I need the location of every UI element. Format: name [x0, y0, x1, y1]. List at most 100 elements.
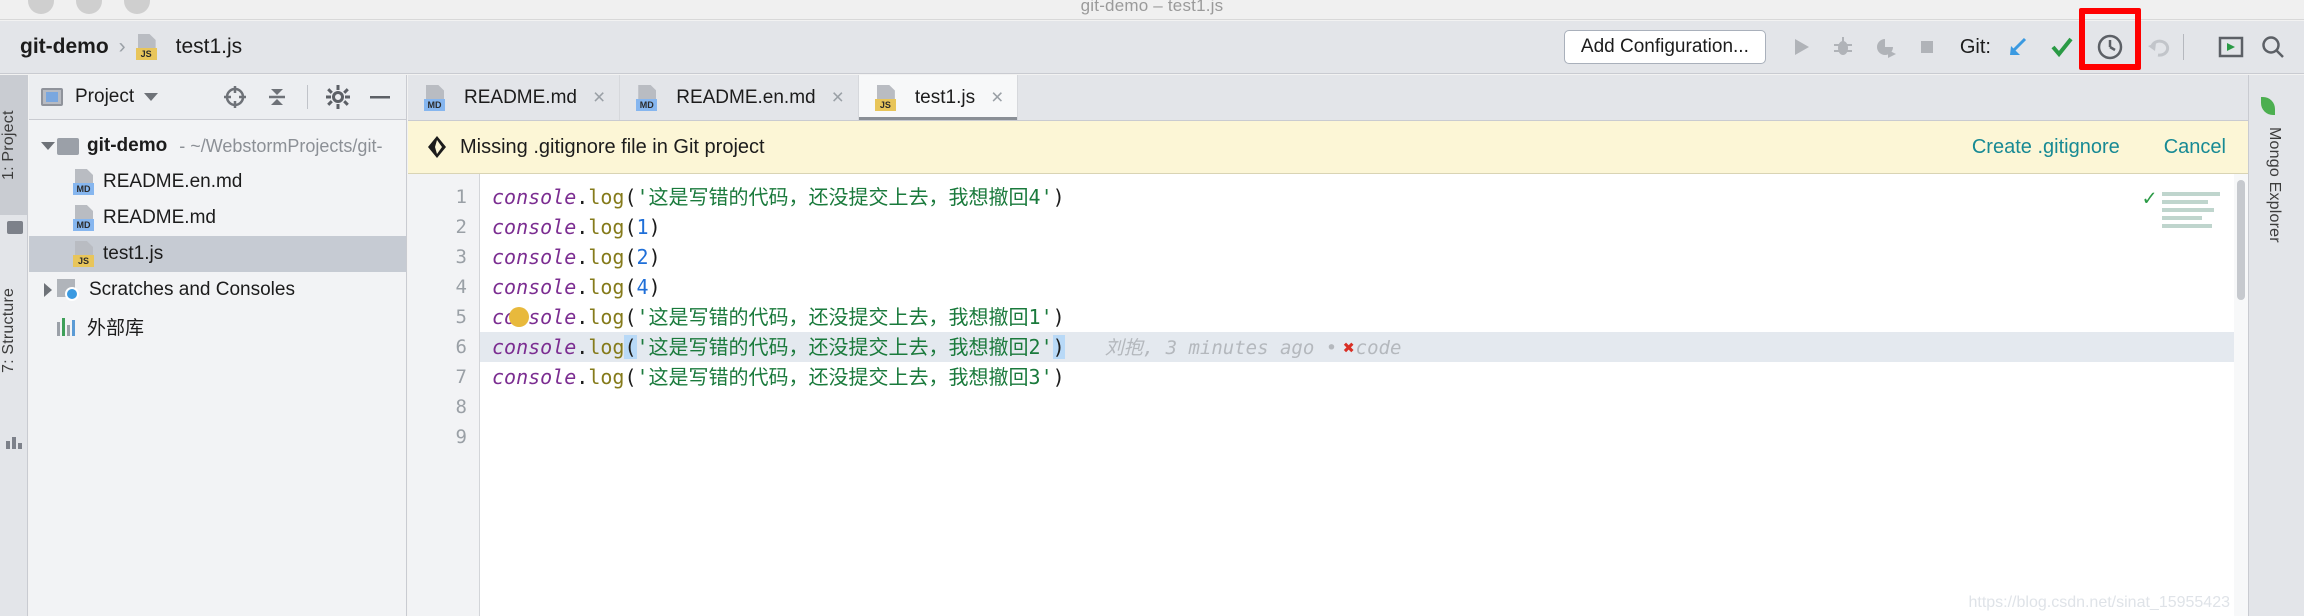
run-toolbar-icons — [1788, 34, 1940, 60]
editor-minimap[interactable] — [2162, 192, 2224, 232]
tab-readme-en-md[interactable]: MD README.en.md × — [620, 75, 859, 120]
code-dot: . — [576, 185, 589, 209]
cancel-link[interactable]: Cancel — [2164, 136, 2226, 159]
code-function: log — [588, 275, 625, 299]
code-content[interactable]: console.log('这是写错的代码，还没提交上去，我想撤回4') cons… — [480, 174, 2248, 616]
code-line[interactable]: console.log('这是写错的代码，还没提交上去，我想撤回3') — [480, 362, 2248, 392]
code-dot: . — [576, 335, 589, 359]
tree-item-test1-js[interactable]: JS test1.js — [29, 236, 406, 272]
code-paren-open: ( — [624, 185, 637, 209]
hide-panel-icon[interactable] — [368, 85, 392, 109]
code-line-current[interactable]: console.log('这是写错的代码，还没提交上去，我想撤回2') 刘抱, 3… — [480, 332, 2248, 362]
tree-item-git-demo[interactable]: git-demo - ~/WebstormProjects/git- — [29, 128, 406, 164]
code-object: console — [492, 245, 577, 269]
code-paren-close: ) — [648, 215, 661, 239]
code-line[interactable]: console.log('这是写错的代码，还没提交上去，我想撤回4') — [480, 182, 2248, 212]
close-icon[interactable]: × — [593, 86, 605, 110]
sidebar-tab-mongo-explorer[interactable]: Mongo Explorer — [2265, 127, 2283, 243]
tab-test1-js[interactable]: JS test1.js × — [858, 75, 1019, 120]
left-tool-strip: 1: Project 7: Structure — [0, 75, 28, 616]
stop-icon[interactable] — [1914, 34, 1940, 60]
settings-gear-icon[interactable] — [326, 85, 350, 109]
code-line[interactable]: console.log(1) — [480, 212, 2248, 242]
main-toolbar: git-demo › JS test1.js Add Configuration… — [0, 8, 2304, 74]
blame-time: 3 minutes ago — [1165, 337, 1315, 359]
line-number: 8 — [455, 396, 467, 418]
breadcrumb-project[interactable]: git-demo — [20, 35, 109, 59]
js-file-icon: JS — [73, 241, 95, 267]
code-paren-open: ( — [624, 335, 637, 359]
code-line[interactable] — [480, 392, 2248, 422]
code-object: console — [492, 215, 577, 239]
update-project-icon[interactable] — [2005, 34, 2031, 60]
create-gitignore-link[interactable]: Create .gitignore — [1972, 136, 2120, 159]
tree-item-label: git-demo — [87, 135, 168, 156]
favorites-strip-icon[interactable] — [6, 435, 22, 449]
code-function: log — [588, 305, 625, 329]
git-history-button[interactable] — [2079, 8, 2141, 70]
idea-diamond-icon — [426, 134, 448, 160]
line-number: 5 — [455, 306, 467, 328]
search-everywhere-icon[interactable] — [2260, 34, 2286, 60]
code-function: log — [588, 215, 625, 239]
chevron-down-icon[interactable] — [144, 93, 159, 101]
code-line[interactable]: console.log('这是写错的代码，还没提交上去，我想撤回1') — [480, 302, 2248, 332]
editor-scrollbar[interactable] — [2234, 174, 2248, 616]
code-dot: . — [576, 275, 589, 299]
run-icon[interactable] — [1788, 34, 1814, 60]
tree-item-label: test1.js — [103, 243, 164, 264]
breadcrumb-file[interactable]: test1.js — [176, 35, 243, 59]
code-argument: '这是写错的代码，还没提交上去，我想撤回3' — [636, 365, 1053, 389]
code-editor[interactable]: 1 2 3 4 5 6 7 8 9 console.log('这是写错的代码，还… — [408, 174, 2248, 616]
code-line[interactable] — [480, 422, 2248, 452]
code-argument: '这是写错的代码，还没提交上去，我想撤回2' — [636, 335, 1053, 359]
code-argument: 2 — [636, 245, 649, 269]
code-paren-close: ) — [1052, 335, 1065, 359]
tree-item-readme-en-md[interactable]: MD README.en.md — [29, 164, 406, 200]
inspection-ok-icon[interactable]: ✓ — [2143, 186, 2156, 211]
commit-icon[interactable] — [2049, 34, 2075, 60]
js-file-icon: JS — [135, 34, 158, 60]
project-panel-header: Project — [29, 75, 406, 120]
intention-bulb-icon[interactable] — [509, 307, 529, 327]
blame-message: code — [1355, 337, 1402, 359]
add-configuration-button[interactable]: Add Configuration... — [1563, 30, 1766, 64]
tree-item-label: Scratches and Consoles — [89, 279, 295, 300]
tree-item-scratches-and-consoles[interactable]: Scratches and Consoles — [29, 272, 406, 308]
rollback-icon[interactable] — [2145, 34, 2171, 60]
sidebar-tab-structure[interactable]: 7: Structure — [0, 250, 28, 410]
code-line[interactable]: console.log(2) — [480, 242, 2248, 272]
code-line[interactable]: console.log(4) — [480, 272, 2248, 302]
tree-item-external-libraries[interactable]: 外部库 — [29, 308, 406, 344]
code-object: console — [492, 185, 577, 209]
collapse-all-icon[interactable] — [265, 85, 289, 109]
tab-label: test1.js — [914, 86, 976, 108]
code-function: log — [588, 185, 625, 209]
panel-tool-divider — [307, 85, 308, 109]
code-paren-close: ) — [648, 275, 661, 299]
code-argument: '这是写错的代码，还没提交上去，我想撤回1' — [636, 305, 1053, 329]
tree-item-readme-md[interactable]: MD README.md — [29, 200, 406, 236]
notification-actions: Create .gitignore Cancel — [1972, 136, 2226, 159]
expand-toggle-icon[interactable] — [39, 142, 57, 150]
sidebar-tab-project[interactable]: 1: Project — [0, 75, 28, 215]
tab-label: README.md — [464, 86, 577, 108]
expand-toggle-icon[interactable] — [39, 283, 57, 297]
tab-readme-md[interactable]: MD README.md × — [408, 75, 621, 120]
close-icon[interactable]: × — [991, 86, 1003, 110]
code-dot: . — [576, 305, 589, 329]
locate-icon[interactable] — [223, 85, 247, 109]
close-icon[interactable]: × — [832, 86, 844, 110]
md-file-icon: MD — [424, 84, 446, 111]
git-blame-annotation[interactable]: 刘抱, 3 minutes ago • ✖code — [1105, 337, 1402, 359]
project-window-icon — [41, 88, 63, 106]
debug-icon[interactable] — [1830, 34, 1856, 60]
run-coverage-icon[interactable] — [1872, 34, 1898, 60]
tree-item-path: - ~/WebstormProjects/git- — [179, 135, 383, 156]
git-toolbar-icons — [2005, 8, 2171, 70]
sidebar-tab-project-label: 1: Project — [0, 110, 17, 180]
terminal-icon[interactable] — [2218, 34, 2244, 60]
sidebar-tab-structure-label: 7: Structure — [0, 287, 17, 373]
folder-icon — [57, 137, 79, 155]
line-number: 7 — [455, 366, 467, 388]
